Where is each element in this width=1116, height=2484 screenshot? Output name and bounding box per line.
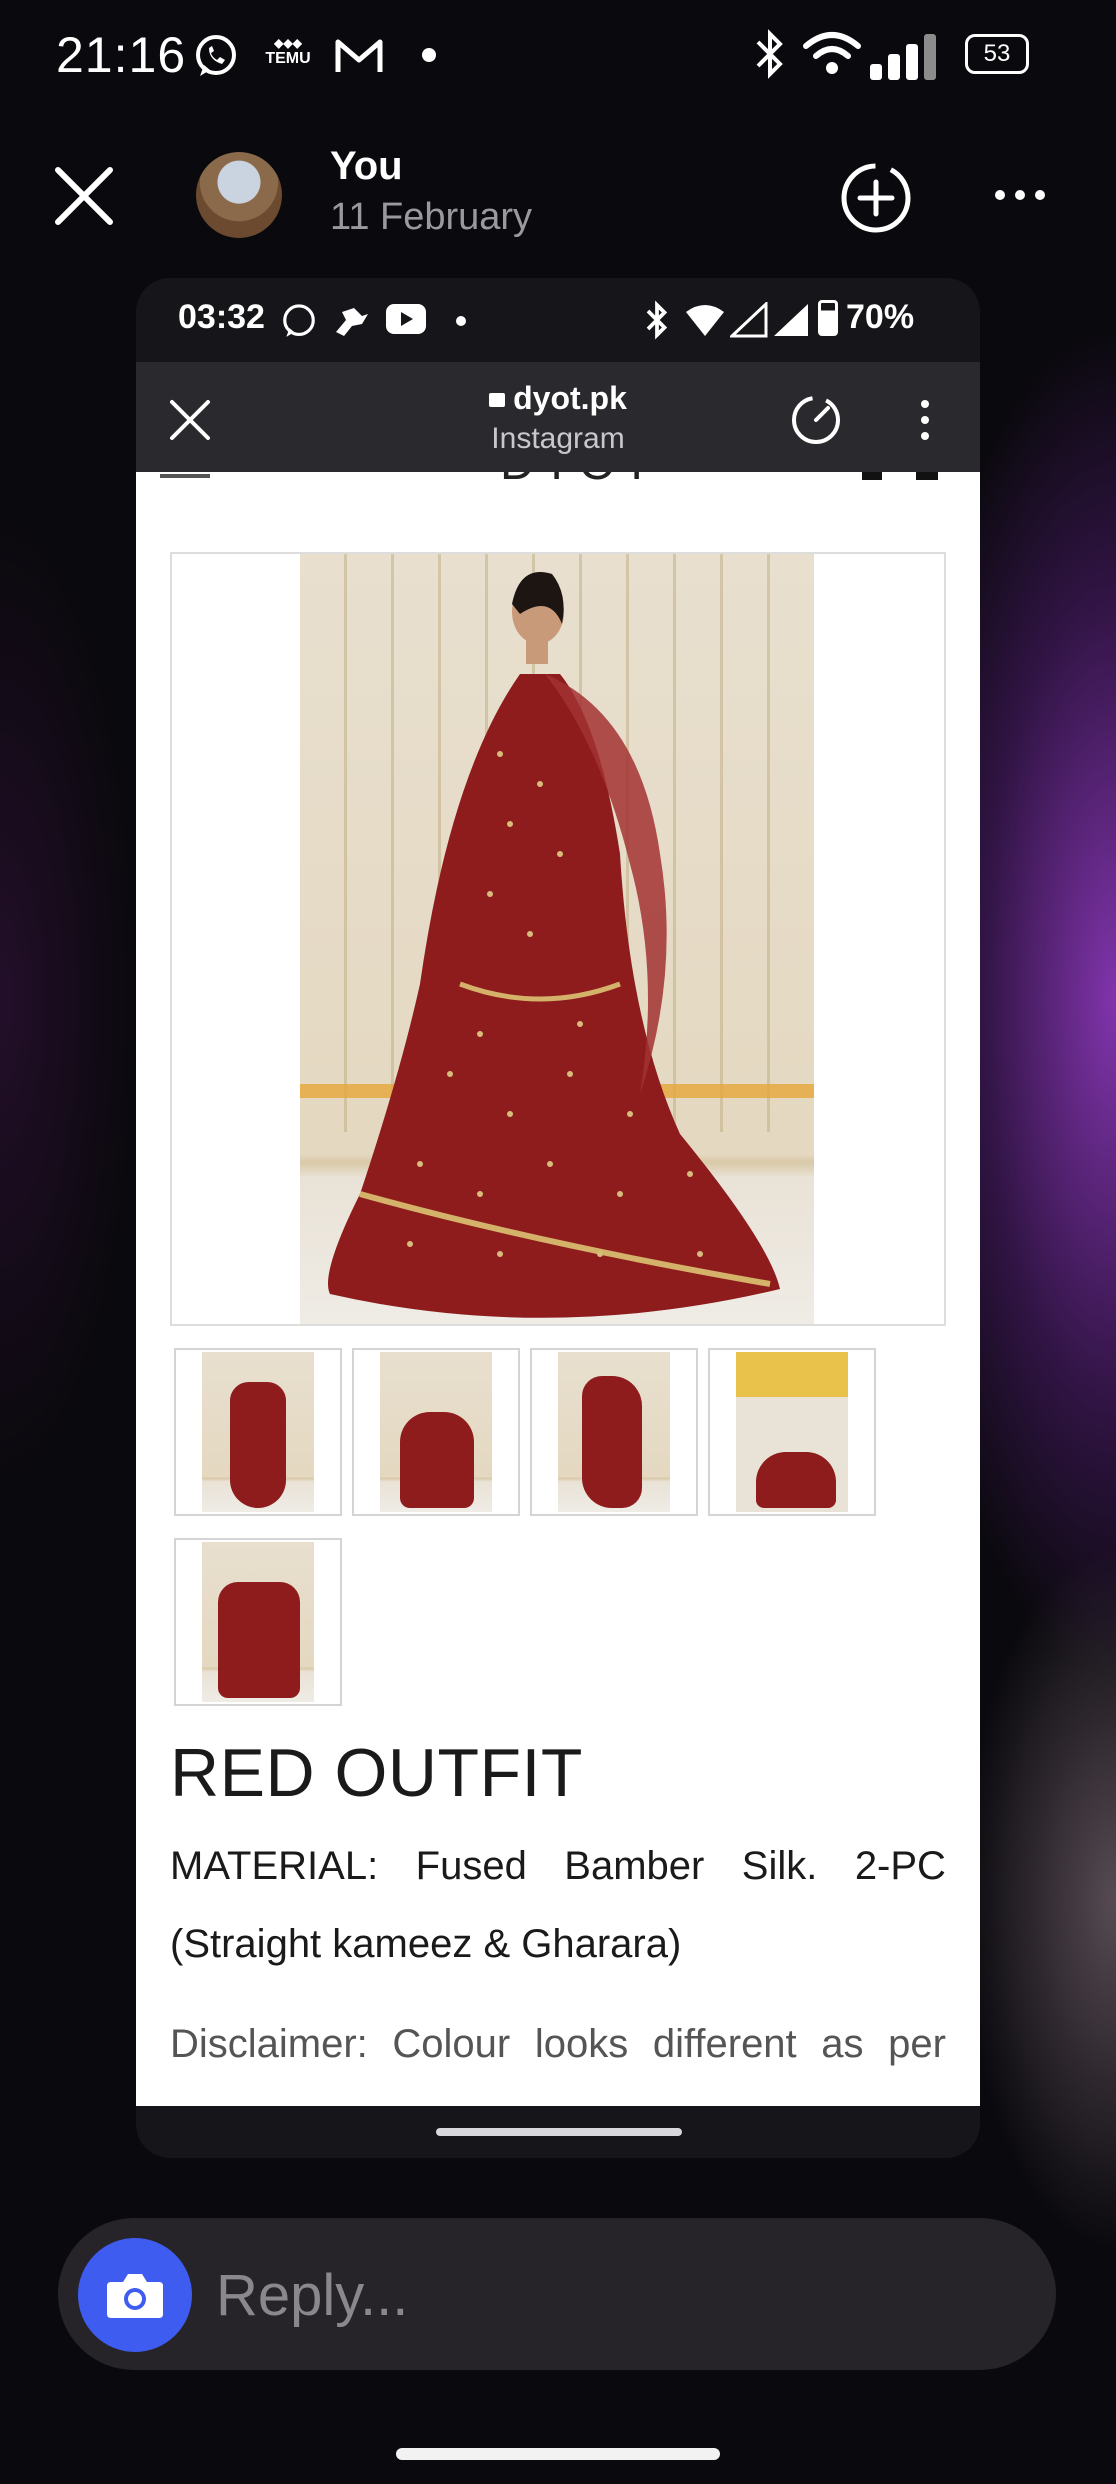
thumbnail-5[interactable] — [174, 1538, 342, 1706]
thumbnail-image — [736, 1352, 848, 1512]
thumbnail-4[interactable] — [708, 1348, 876, 1516]
avatar[interactable] — [196, 152, 282, 238]
thumbnail-image — [380, 1352, 492, 1512]
thumbnail-image — [202, 1542, 314, 1702]
reply-input[interactable]: Reply... — [216, 2262, 408, 2329]
wifi-icon — [686, 305, 724, 336]
url-bar[interactable]: dyot.pk — [136, 380, 980, 417]
camera-button[interactable] — [78, 2238, 192, 2352]
cart-icon[interactable] — [916, 472, 938, 480]
story-media: 03:32 70% dyot.pk Instagram RED OUTFIT M… — [136, 278, 980, 2158]
reply-bar[interactable] — [58, 2218, 1056, 2370]
site-logo[interactable]: DYOT — [500, 472, 657, 491]
battery-icon: 53 — [965, 34, 1029, 74]
web-page: DYOT — [136, 472, 980, 2106]
inner-status-bar: 03:32 70% — [136, 278, 980, 362]
camera-icon — [107, 2274, 163, 2318]
close-icon[interactable] — [52, 164, 116, 228]
inner-status-time: 03:32 — [178, 298, 265, 336]
speed-icon[interactable] — [788, 392, 844, 448]
product-material: MATERIAL: Fused Bamber Silk. 2-PC — [170, 1844, 946, 1888]
inner-battery-level: 70% — [846, 298, 915, 336]
product-photo — [300, 554, 814, 1324]
more-vertical-icon[interactable] — [918, 398, 932, 442]
product-title: RED OUTFIT — [170, 1735, 583, 1811]
browser-toolbar: dyot.pk Instagram — [136, 362, 980, 472]
bluetooth-icon — [756, 29, 783, 79]
product-disclaimer: Disclaimer: Colour looks different as pe… — [170, 2022, 946, 2066]
battery-icon — [818, 300, 838, 336]
horse-icon — [336, 308, 368, 336]
main-product-image[interactable] — [170, 552, 946, 1326]
model-figure — [300, 572, 814, 1318]
menu-icon[interactable] — [160, 474, 210, 478]
thumbnail-image — [558, 1352, 670, 1512]
signal-icon — [774, 304, 808, 336]
dot-icon — [422, 48, 436, 62]
url-text: dyot.pk — [513, 380, 627, 416]
temu-icon: ◆◆◆ TEMU — [265, 36, 311, 67]
dot-icon — [456, 316, 466, 326]
thumbnail-1[interactable] — [174, 1348, 342, 1516]
thumbnail-3[interactable] — [530, 1348, 698, 1516]
whatsapp-icon — [196, 35, 236, 76]
account-icon[interactable] — [862, 472, 882, 480]
home-indicator[interactable] — [396, 2448, 720, 2460]
signal-icon — [730, 302, 768, 338]
story-date: 11 February — [330, 196, 533, 238]
whatsapp-icon — [283, 304, 315, 337]
bluetooth-icon — [646, 300, 668, 340]
story-username[interactable]: You — [330, 144, 403, 189]
inner-home-indicator — [436, 2128, 682, 2136]
lock-icon — [489, 393, 506, 407]
more-icon[interactable] — [990, 180, 1050, 210]
add-circle-icon[interactable] — [836, 158, 916, 238]
status-time: 21:16 — [56, 27, 187, 83]
thumbnail-image — [202, 1352, 314, 1512]
gmail-icon — [335, 39, 383, 72]
thumbnail-2[interactable] — [352, 1348, 520, 1516]
wifi-icon — [803, 32, 861, 74]
youtube-icon — [386, 304, 426, 334]
product-pieces: (Straight kameez & Gharara) — [170, 1922, 682, 1966]
signal-icon — [870, 34, 950, 80]
url-source: Instagram — [491, 422, 625, 455]
